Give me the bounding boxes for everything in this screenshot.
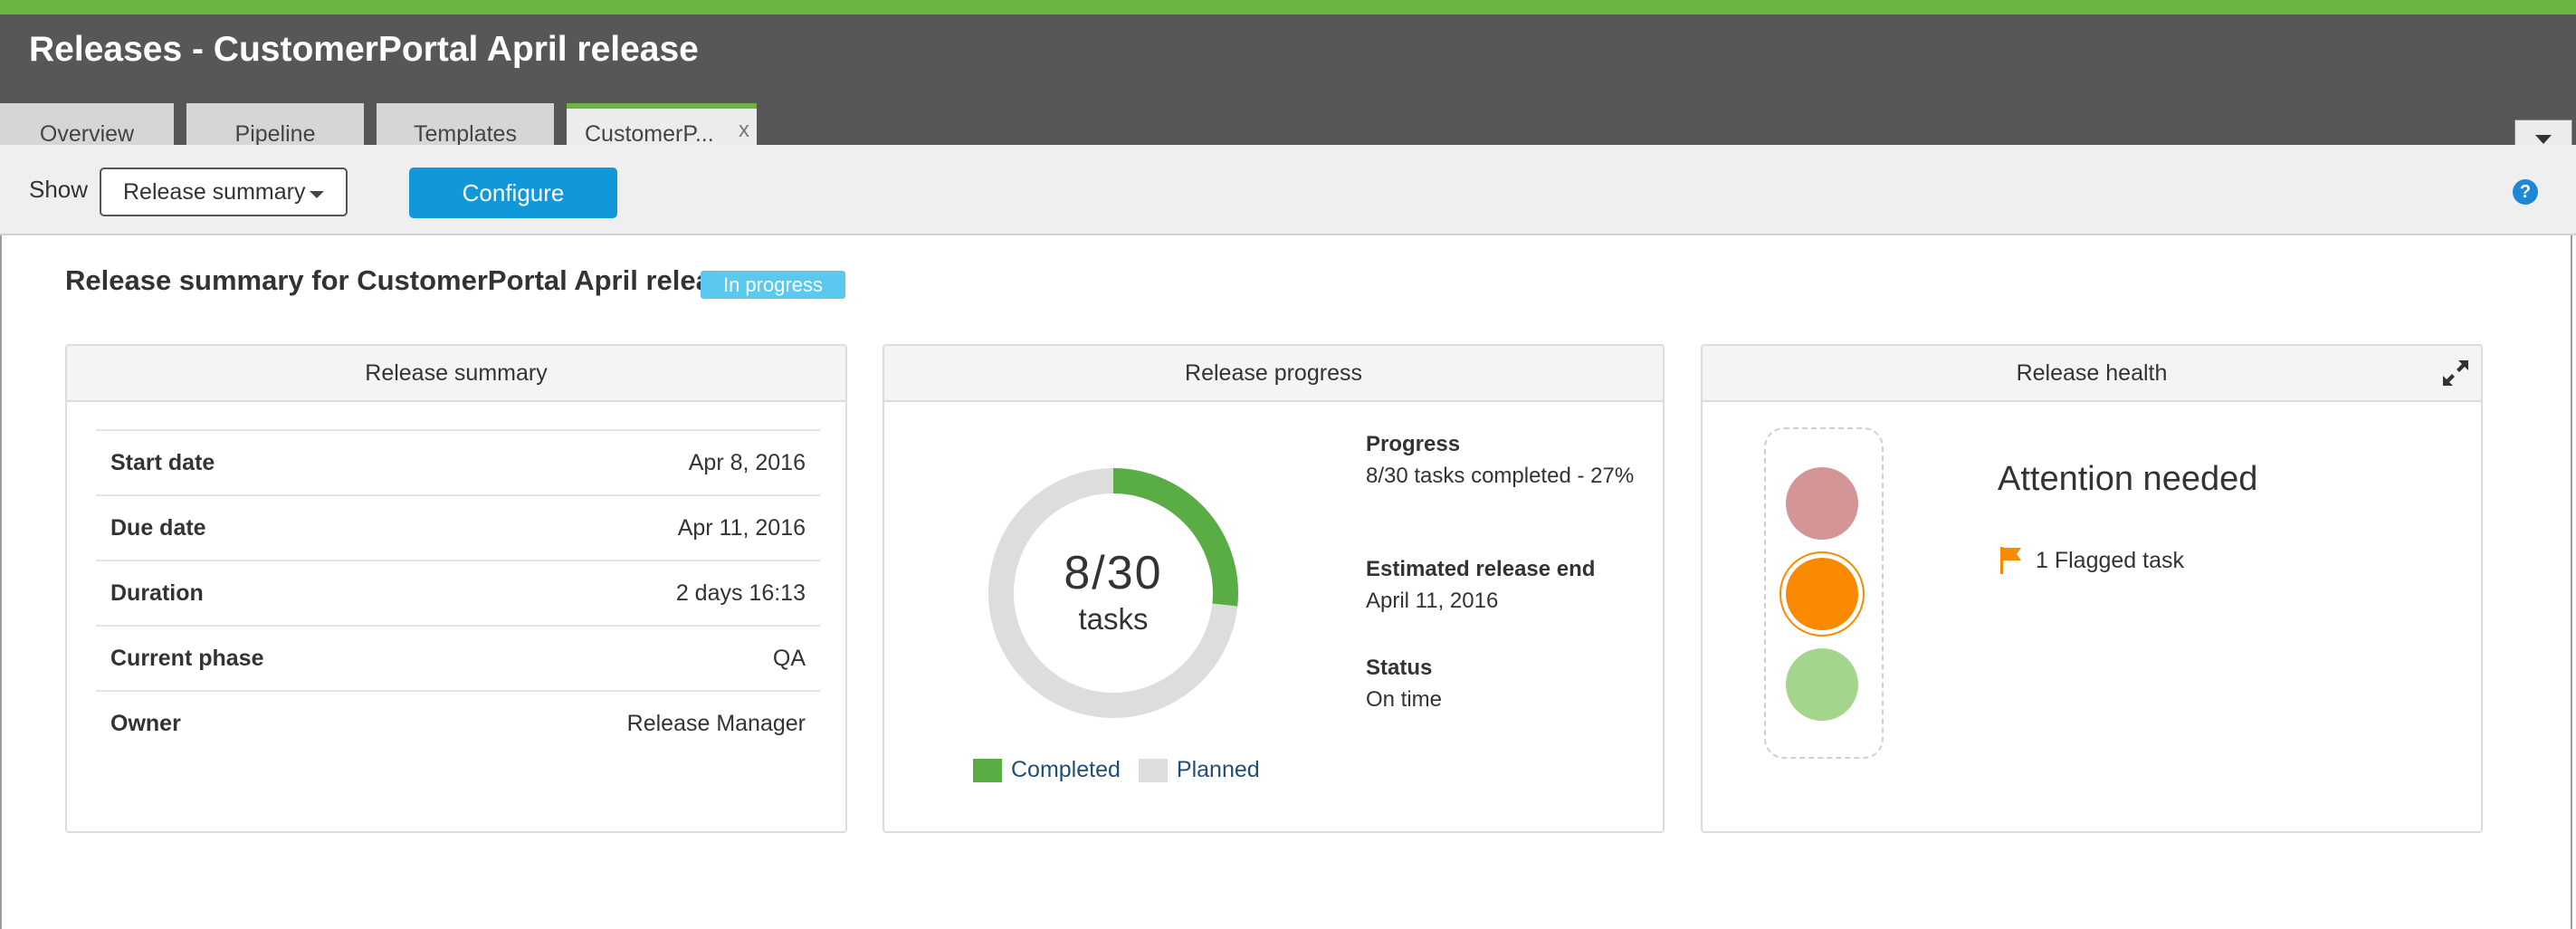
donut-unit: tasks <box>1078 602 1149 636</box>
row-value: QA <box>772 645 806 671</box>
panel-title: Release health <box>2016 359 2168 386</box>
view-select[interactable]: Release summary <box>100 168 348 216</box>
row-key: Start date <box>110 449 215 475</box>
release-health-panel: Release health Attention needed 1 Flagge… <box>1701 344 2483 833</box>
row-key: Current phase <box>110 645 264 671</box>
progress-donut: 8/30 tasks <box>982 462 1245 724</box>
tab-label: CustomerP... <box>585 120 714 147</box>
progress-value: 8/30 tasks completed - 27% <box>1366 463 1635 488</box>
row-duration: Duration 2 days 16:13 <box>96 560 820 625</box>
progress-label: Progress <box>1366 432 1461 456</box>
traffic-light <box>1764 427 1884 759</box>
status-badge: In progress <box>701 271 845 299</box>
donut-legend: Completed Planned <box>973 757 1278 783</box>
row-value: Apr 8, 2016 <box>688 449 806 475</box>
row-current-phase: Current phase QA <box>96 625 820 690</box>
panel-title: Release summary <box>67 346 845 402</box>
estimated-end-label: Estimated release end <box>1366 557 1596 581</box>
tab-label: Templates <box>414 120 517 147</box>
donut-count: 8/30 <box>1064 547 1163 599</box>
health-headline: Attention needed <box>1998 460 2258 498</box>
legend-completed: Completed <box>973 757 1121 783</box>
release-summary-panel: Release summary Start date Apr 8, 2016 Du… <box>65 344 847 833</box>
donut-center: 8/30 tasks <box>982 462 1245 724</box>
row-start-date: Start date Apr 8, 2016 <box>96 429 820 494</box>
status-value: On time <box>1366 686 1443 712</box>
chevron-down-icon <box>2535 135 2552 144</box>
summary-heading: Release summary for CustomerPortal April… <box>65 264 743 296</box>
flag-icon <box>2000 547 2021 574</box>
red-light-icon <box>1786 467 1858 540</box>
legend-swatch <box>973 758 1002 782</box>
status-label: Status <box>1366 656 1433 680</box>
help-icon[interactable]: ? <box>2513 179 2538 205</box>
estimated-end-info: Estimated release end April 11, 2016 <box>1366 554 1637 618</box>
row-key: Due date <box>110 514 206 541</box>
legend-planned: Planned <box>1138 757 1260 783</box>
accent-bar <box>0 0 2576 14</box>
legend-label: Completed <box>1011 757 1121 782</box>
panel-title: Release progress <box>884 346 1663 402</box>
flagged-task-link[interactable]: 1 Flagged task <box>1998 545 2184 576</box>
row-key: Owner <box>110 710 181 736</box>
show-label: Show <box>29 176 89 203</box>
toolbar: Show Release summary Configure ? <box>0 145 2576 235</box>
page-title: Releases - CustomerPortal April release <box>29 30 699 69</box>
legend-label: Planned <box>1176 757 1260 782</box>
estimated-end-value: April 11, 2016 <box>1366 588 1499 613</box>
title-bar: Releases - CustomerPortal April release … <box>0 14 2576 159</box>
row-value: 2 days 16:13 <box>675 579 806 606</box>
row-due-date: Due date Apr 11, 2016 <box>96 494 820 560</box>
expand-icon[interactable] <box>2439 357 2472 389</box>
close-icon[interactable]: x <box>739 118 749 143</box>
tab-label: Overview <box>39 120 135 147</box>
row-value: Apr 11, 2016 <box>677 514 806 541</box>
configure-button[interactable]: Configure <box>409 168 617 218</box>
row-value: Release Manager <box>626 710 806 736</box>
legend-swatch <box>1138 758 1168 782</box>
release-progress-panel: Release progress 8/30 tasks Completed Pl… <box>883 344 1665 833</box>
progress-info: Progress 8/30 tasks completed - 27% <box>1366 429 1637 493</box>
row-key: Duration <box>110 579 204 606</box>
amber-light-icon <box>1786 558 1858 630</box>
flagged-task-text: 1 Flagged task <box>2036 547 2184 573</box>
row-owner: Owner Release Manager <box>96 690 820 755</box>
chevron-down-icon <box>310 191 324 198</box>
green-light-icon <box>1786 648 1858 721</box>
tab-label: Pipeline <box>234 120 316 147</box>
status-info: Status On time <box>1366 653 1637 716</box>
panel-header: Release health <box>1703 346 2481 402</box>
summary-table: Start date Apr 8, 2016 Due date Apr 11, 20… <box>96 429 820 755</box>
view-select-value: Release summary <box>123 178 306 205</box>
